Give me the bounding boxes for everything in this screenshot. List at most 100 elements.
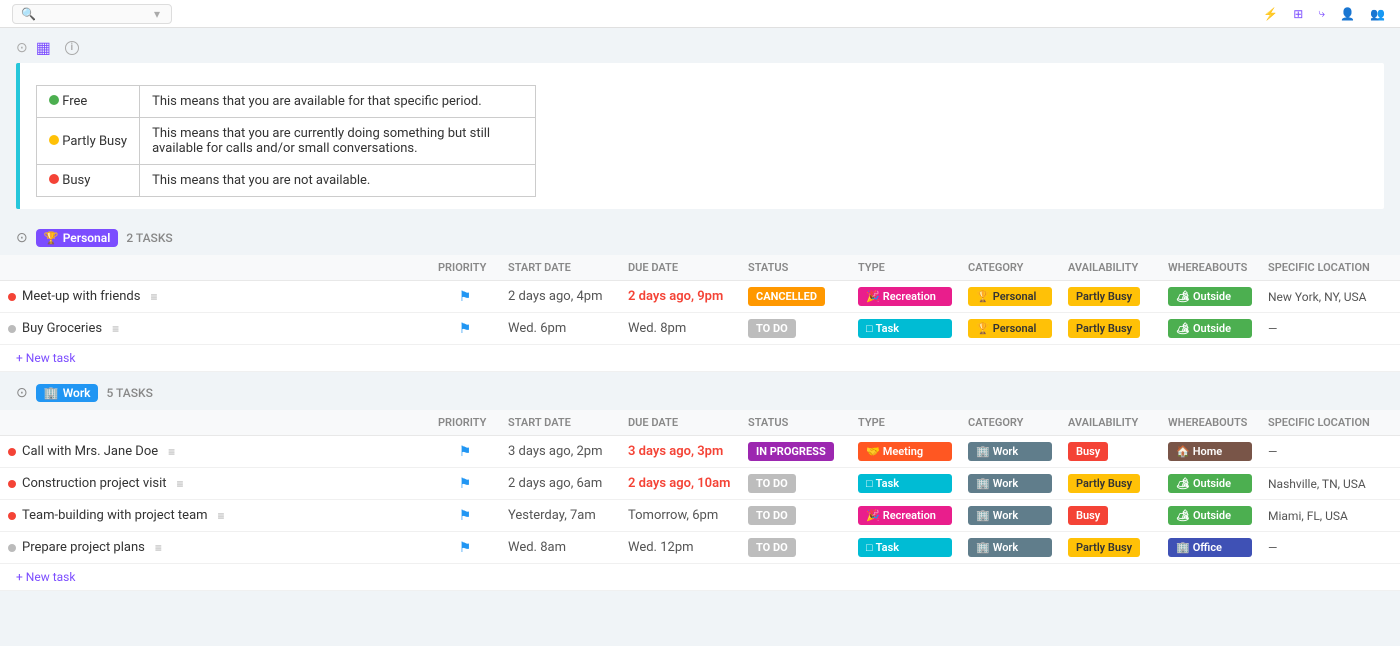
filter-button[interactable]: ⚡: [1263, 7, 1281, 21]
flag-icon: ⚑: [459, 321, 472, 337]
task-whereabouts[interactable]: 🏢 Office: [1160, 532, 1260, 564]
availability-badge: Partly Busy: [1068, 287, 1140, 306]
task-type[interactable]: 🤝 Meeting: [850, 436, 960, 468]
task-options-icon[interactable]: ≡: [177, 477, 184, 491]
search-input[interactable]: [40, 7, 150, 21]
task-location: Miami, FL, USA: [1260, 500, 1400, 532]
new-task-row-personal[interactable]: + New task: [0, 345, 1400, 372]
group-header-work[interactable]: ⊙ 🏢 Work 5 TASKS: [0, 376, 1400, 410]
groupby-button[interactable]: ⊞: [1293, 7, 1306, 21]
task-location: —: [1260, 436, 1400, 468]
task-type[interactable]: □ Task: [850, 532, 960, 564]
task-category[interactable]: 🏢 Work: [960, 532, 1060, 564]
task-type[interactable]: □ Task: [850, 313, 960, 345]
task-name-text: Prepare project plans: [22, 540, 145, 555]
collapse-icon[interactable]: ⊙: [16, 40, 28, 56]
task-category[interactable]: 🏆 Personal: [960, 313, 1060, 345]
task-availability[interactable]: Partly Busy: [1060, 532, 1160, 564]
me-button[interactable]: 👤: [1340, 7, 1358, 21]
col-header-task: [0, 255, 430, 281]
task-options-icon[interactable]: ≡: [155, 541, 162, 555]
task-name: Meet-up with friends ≡: [8, 289, 422, 304]
task-options-icon[interactable]: ≡: [112, 322, 119, 336]
task-start-date: 3 days ago, 2pm: [500, 436, 620, 468]
flag-icon: ⚑: [459, 540, 472, 556]
task-type[interactable]: □ Task: [850, 468, 960, 500]
group-chevron-work[interactable]: ⊙: [16, 385, 28, 401]
task-location: Nashville, TN, USA: [1260, 468, 1400, 500]
task-options-icon[interactable]: ≡: [168, 445, 175, 459]
new-task-button[interactable]: + New task: [0, 345, 1400, 372]
info-icon[interactable]: i: [65, 41, 79, 55]
task-options-icon[interactable]: ≡: [218, 509, 225, 523]
type-badge: 🤝 Meeting: [858, 442, 952, 461]
task-category[interactable]: 🏢 Work: [960, 436, 1060, 468]
group-chevron-personal[interactable]: ⊙: [16, 230, 28, 246]
groupby-icon: ⊞: [1293, 7, 1303, 21]
task-start-date: Wed. 8am: [500, 532, 620, 564]
task-due-date: 2 days ago, 9pm: [620, 281, 740, 313]
task-category[interactable]: 🏆 Personal: [960, 281, 1060, 313]
task-start-date: Yesterday, 7am: [500, 500, 620, 532]
whereabouts-icon: 🏕: [1176, 290, 1190, 303]
task-name-cell: Meet-up with friends ≡: [0, 281, 430, 313]
task-whereabouts[interactable]: 🏠 Home: [1160, 436, 1260, 468]
task-whereabouts[interactable]: 🏕 Outside: [1160, 468, 1260, 500]
col-header-due-date: DUE DATE: [620, 255, 740, 281]
group-section-work: ⊙ 🏢 Work 5 TASKS PRIORITYSTART DATEDUE D…: [0, 376, 1400, 591]
task-name-text: Meet-up with friends: [22, 289, 140, 304]
new-task-row-work[interactable]: + New task: [0, 564, 1400, 591]
task-status[interactable]: CANCELLED: [740, 281, 850, 313]
task-availability[interactable]: Partly Busy: [1060, 313, 1160, 345]
task-due-date: Wed. 12pm: [620, 532, 740, 564]
subtasks-button[interactable]: ⤷: [1318, 6, 1328, 21]
category-badge: 🏢 Work: [968, 474, 1052, 493]
whereabouts-badge: 🏠 Home: [1168, 442, 1252, 461]
avail-row-label: Busy: [37, 165, 140, 197]
task-options-icon[interactable]: ≡: [150, 290, 157, 304]
task-whereabouts[interactable]: 🏕 Outside: [1160, 281, 1260, 313]
task-availability[interactable]: Busy: [1060, 500, 1160, 532]
task-whereabouts[interactable]: 🏕 Outside: [1160, 313, 1260, 345]
task-table-personal: PRIORITYSTART DATEDUE DATESTATUSTYPECATE…: [0, 255, 1400, 372]
group-header-personal[interactable]: ⊙ 🏆 Personal 2 TASKS: [0, 221, 1400, 255]
task-whereabouts[interactable]: 🏕 Outside: [1160, 500, 1260, 532]
task-type[interactable]: 🎉 Recreation: [850, 500, 960, 532]
task-status[interactable]: TO DO: [740, 468, 850, 500]
start-date-text: 2 days ago, 6am: [508, 476, 602, 491]
task-location: —: [1260, 532, 1400, 564]
grid-icon: ▦: [36, 38, 51, 57]
task-status[interactable]: IN PROGRESS: [740, 436, 850, 468]
task-location: New York, NY, USA: [1260, 281, 1400, 313]
category-icon: 🏢: [976, 477, 990, 490]
category-badge: 🏢 Work: [968, 442, 1052, 461]
whereabouts-badge: 🏕 Outside: [1168, 319, 1252, 338]
new-task-button[interactable]: + New task: [0, 564, 1400, 591]
type-icon: 🎉: [866, 290, 880, 303]
task-category[interactable]: 🏢 Work: [960, 468, 1060, 500]
start-date-text: Yesterday, 7am: [508, 508, 596, 523]
col-header-priority: PRIORITY: [430, 410, 500, 436]
col-header-type: TYPE: [850, 410, 960, 436]
whereabouts-icon: 🏕: [1176, 477, 1190, 490]
search-box[interactable]: 🔍 ▾: [12, 4, 172, 24]
task-name-cell: Team-building with project team ≡: [0, 500, 430, 532]
availability-badge: Busy: [1068, 442, 1108, 461]
task-availability[interactable]: Busy: [1060, 436, 1160, 468]
task-status[interactable]: TO DO: [740, 313, 850, 345]
task-status[interactable]: TO DO: [740, 500, 850, 532]
category-icon: 🏆: [976, 322, 990, 335]
flag-icon: ⚑: [459, 508, 472, 524]
group-section-personal: ⊙ 🏆 Personal 2 TASKS PRIORITYSTART DATED…: [0, 221, 1400, 372]
task-status[interactable]: TO DO: [740, 532, 850, 564]
col-header-start-date: START DATE: [500, 255, 620, 281]
group-badge-work: 🏢 Work: [36, 384, 99, 402]
task-availability[interactable]: Partly Busy: [1060, 281, 1160, 313]
col-header-availability: AVAILABILITY: [1060, 255, 1160, 281]
task-category[interactable]: 🏢 Work: [960, 500, 1060, 532]
task-availability[interactable]: Partly Busy: [1060, 468, 1160, 500]
task-type[interactable]: 🎉 Recreation: [850, 281, 960, 313]
col-header-category: CATEGORY: [960, 410, 1060, 436]
assignee-button[interactable]: 👥: [1370, 7, 1388, 21]
task-name-cell: Prepare project plans ≡: [0, 532, 430, 564]
